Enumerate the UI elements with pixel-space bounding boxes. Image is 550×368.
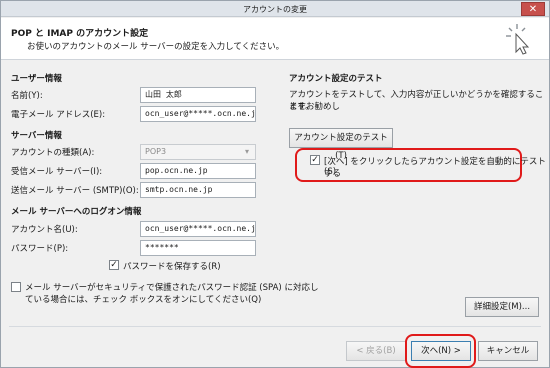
more-settings-button[interactable]: 詳細設定(M)... [465, 297, 539, 317]
header-title: POP と IMAP のアカウント設定 [11, 29, 149, 39]
email-field[interactable]: ocn_user@*****.ocn.ne.jp [140, 106, 256, 122]
next-button[interactable]: 次へ(N) > [411, 341, 471, 361]
click-cursor-icon [506, 24, 530, 55]
name-field[interactable]: 山田 太郎 [140, 87, 256, 103]
test-desc-line1: アカウントをテストして、入力内容が正しいかどうかを確認することをお勧めし [289, 90, 544, 112]
incoming-server-label: 受信メール サーバー(I): [11, 167, 103, 177]
test-account-button[interactable]: アカウント設定のテスト(T) [289, 128, 393, 161]
account-type-select: POP3 ▾ [140, 144, 256, 160]
dialog-header: POP と IMAP のアカウント設定 お使いのアカウントのメール サーバーの設… [1, 18, 549, 60]
test-heading: アカウント設定のテスト [289, 74, 383, 84]
password-field[interactable]: ******* [140, 240, 256, 256]
auto-test-checkbox[interactable]: ✓ [310, 155, 320, 165]
auto-test-label-line2: (S) [324, 167, 337, 177]
title-bar: アカウントの変更 ✕ [1, 1, 549, 17]
account-type-value: POP3 [145, 147, 167, 156]
auto-test-label-line1: [次へ] をクリックしたらアカウント設定を自動的にテストする [324, 157, 546, 179]
email-label: 電子メール アドレス(E): [11, 110, 106, 120]
name-label: 名前(Y): [11, 91, 43, 101]
cancel-button[interactable]: キャンセル [478, 341, 538, 361]
window-title: アカウントの変更 [243, 5, 307, 14]
remember-password-checkbox[interactable]: ✓ [109, 260, 119, 270]
spa-label-line2: ている場合には、チェック ボックスをオンにしてください(Q) [25, 295, 262, 305]
header-subtitle: お使いのアカウントのメール サーバーの設定を入力してください。 [27, 42, 285, 52]
outgoing-server-field[interactable]: smtp.ocn.ne.jp [140, 182, 256, 198]
incoming-server-field[interactable]: pop.ocn.ne.jp [140, 163, 256, 179]
back-button[interactable]: < 戻る(B) [346, 341, 406, 361]
test-desc-line2: ます。 [289, 102, 314, 112]
spa-label-line1: メール サーバーがセキュリティで保護されたパスワード認証 (SPA) に対応し [25, 283, 319, 293]
close-button[interactable]: ✕ [521, 2, 545, 16]
outgoing-server-label: 送信メール サーバー (SMTP)(O): [11, 186, 139, 196]
spa-checkbox[interactable] [11, 282, 21, 292]
account-settings-dialog: アカウントの変更 ✕ POP と IMAP のアカウント設定 お使いのアカウント… [0, 0, 550, 368]
server-info-heading: サーバー情報 [11, 131, 62, 141]
footer-divider [9, 326, 541, 327]
account-name-field[interactable]: ocn_user@*****.ocn.ne.jp [140, 221, 256, 237]
password-label: パスワード(P): [11, 244, 69, 254]
user-info-heading: ユーザー情報 [11, 74, 62, 84]
chevron-down-icon: ▾ [244, 147, 249, 156]
account-name-label: アカウント名(U): [11, 225, 78, 235]
logon-info-heading: メール サーバーへのログオン情報 [11, 207, 142, 217]
account-type-label: アカウントの種類(A): [11, 148, 95, 158]
remember-password-label: パスワードを保存する(R) [123, 262, 221, 272]
